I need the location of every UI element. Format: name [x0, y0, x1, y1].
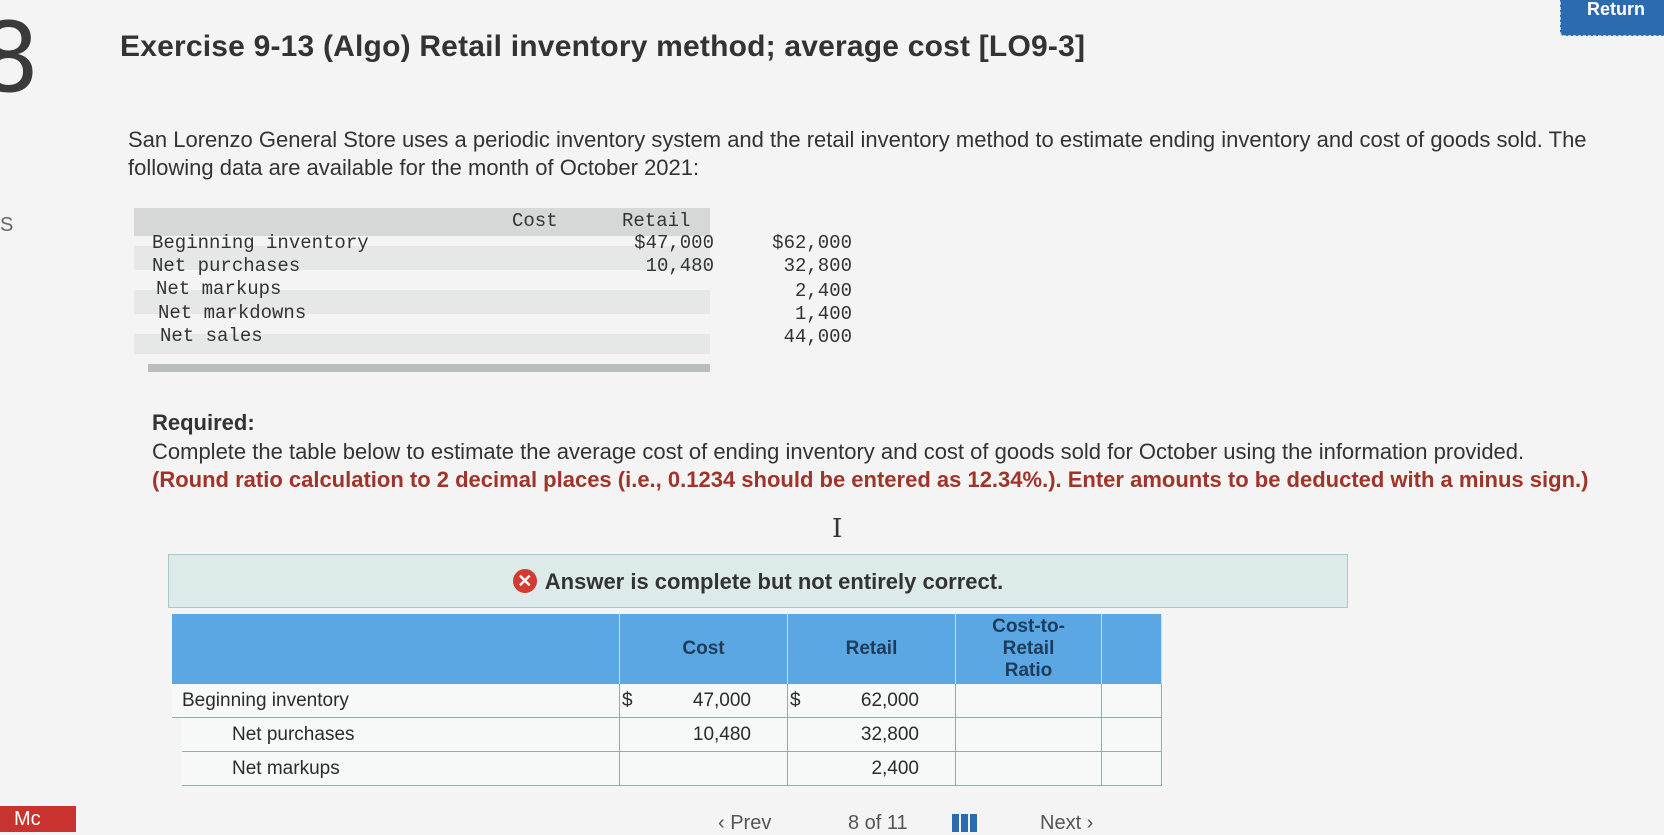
given-data-table: Cost Retail Beginning inventory $47,000 …	[134, 208, 852, 372]
retail-input[interactable]: $ 62,000	[788, 684, 956, 718]
retail-header: Retail	[622, 210, 691, 232]
row-label: Net sales	[160, 325, 263, 347]
retail-input[interactable]: 32,800	[788, 718, 956, 752]
label-header	[172, 614, 620, 684]
extra-column-header	[1102, 614, 1162, 684]
row-label: Net markdowns	[158, 302, 307, 324]
row-label-net-markups: Net markups	[182, 752, 620, 786]
retail-value: 62,000	[860, 690, 919, 711]
row-label-beginning-inventory: Beginning inventory	[172, 684, 620, 718]
row-label-net-purchases: Net purchases	[182, 718, 620, 752]
retail-value: 32,800	[860, 724, 919, 745]
retail-column-header: Retail	[788, 614, 956, 684]
row-retail: 1,400	[794, 303, 852, 325]
ratio-input[interactable]	[956, 752, 1102, 786]
grid-view-icon[interactable]	[952, 814, 978, 832]
intro-text: San Lorenzo General Store uses a periodi…	[128, 127, 1587, 180]
row-retail: 44,000	[783, 326, 852, 348]
extra-cell	[1102, 752, 1162, 786]
answer-status-text: Answer is complete but not entirely corr…	[544, 569, 1004, 594]
row-label: Net purchases	[152, 255, 301, 277]
exercise-title: Exercise 9-13 (Algo) Retail inventory me…	[120, 30, 1086, 63]
cost-header: Cost	[512, 210, 558, 232]
cost-currency: $	[622, 690, 633, 711]
required-instructions: Complete the table below to estimate the…	[152, 438, 1592, 494]
page-number: 8	[0, 2, 40, 114]
answer-table: Cost Retail Cost-to- Retail Ratio Beginn…	[172, 614, 1162, 786]
ratio-input[interactable]	[956, 718, 1102, 752]
row-retail: $62,000	[772, 232, 852, 254]
cost-input[interactable]	[620, 752, 788, 786]
cost-column-header: Cost	[620, 614, 788, 684]
return-button[interactable]: Return	[1560, 0, 1664, 36]
ratio-header-line: Cost-to-	[992, 616, 1065, 637]
answer-status-banner: ✕ Answer is complete but not entirely cor…	[168, 554, 1348, 608]
error-x-icon: ✕	[512, 569, 537, 594]
cost-input[interactable]: 10,480	[620, 718, 788, 752]
extra-cell	[1102, 684, 1162, 718]
row-label: Net markups	[156, 278, 282, 300]
table-bottom-rule	[148, 364, 710, 372]
text-cursor-icon: I	[832, 514, 843, 544]
ratio-header-line: Ratio	[1004, 660, 1053, 681]
instructions-text: Complete the table below to estimate the…	[152, 439, 1525, 464]
ratio-column-header: Cost-to- Retail Ratio	[956, 614, 1102, 684]
ratio-input[interactable]	[956, 684, 1102, 718]
side-letter: S	[0, 214, 14, 236]
cost-input[interactable]: $ 47,000	[620, 684, 788, 718]
retail-input[interactable]: 2,400	[788, 752, 956, 786]
retail-value: 2,400	[871, 758, 919, 779]
row-retail: 32,800	[783, 255, 852, 277]
cost-value: 10,480	[692, 724, 751, 745]
prev-label: Prev	[730, 812, 772, 834]
brand-badge: Mc	[0, 806, 76, 832]
row-label: Beginning inventory	[152, 232, 369, 254]
retail-currency: $	[790, 690, 801, 711]
row-retail: 2,400	[794, 280, 852, 302]
instructions-emphasis: (Round ratio calculation to 2 decimal pl…	[152, 467, 1589, 492]
ratio-header-line: Retail	[1002, 638, 1055, 659]
next-label: Next	[1040, 812, 1082, 834]
required-heading: Required:	[152, 410, 255, 435]
extra-cell	[1102, 718, 1162, 752]
cost-value: 47,000	[692, 690, 751, 711]
